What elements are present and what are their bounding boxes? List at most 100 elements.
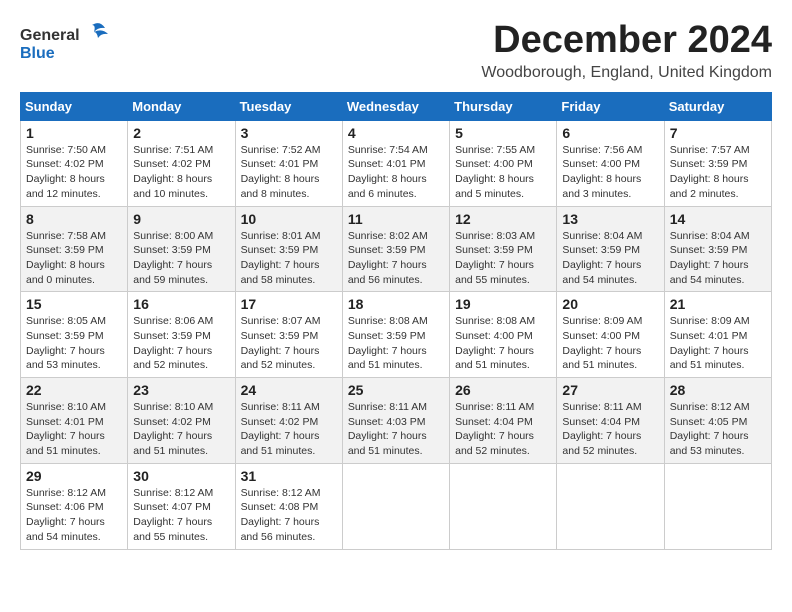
- day-cell: 30 Sunrise: 8:12 AMSunset: 4:07 PMDayligh…: [128, 463, 235, 549]
- calendar-table: SundayMondayTuesdayWednesdayThursdayFrid…: [20, 92, 772, 550]
- day-number: 8: [26, 211, 122, 227]
- day-info: Sunrise: 7:55 AMSunset: 4:00 PMDaylight:…: [455, 143, 551, 202]
- header-monday: Monday: [128, 92, 235, 120]
- day-info: Sunrise: 8:06 AMSunset: 3:59 PMDaylight:…: [133, 314, 229, 373]
- day-cell: 26 Sunrise: 8:11 AMSunset: 4:04 PMDayligh…: [450, 378, 557, 464]
- day-number: 19: [455, 296, 551, 312]
- day-cell: 25 Sunrise: 8:11 AMSunset: 4:03 PMDayligh…: [342, 378, 449, 464]
- day-info: Sunrise: 7:58 AMSunset: 3:59 PMDaylight:…: [26, 229, 122, 288]
- day-info: Sunrise: 8:12 AMSunset: 4:07 PMDaylight:…: [133, 486, 229, 545]
- day-cell: 4Sunrise: 7:54 AMSunset: 4:01 PMDaylight…: [342, 120, 449, 206]
- day-cell: 16 Sunrise: 8:06 AMSunset: 3:59 PMDayligh…: [128, 292, 235, 378]
- day-cell: [342, 463, 449, 549]
- day-number: 11: [348, 211, 444, 227]
- day-info: Sunrise: 8:12 AMSunset: 4:08 PMDaylight:…: [241, 486, 337, 545]
- day-cell: 3 Sunrise: 7:52 AMSunset: 4:01 PMDaylight…: [235, 120, 342, 206]
- day-number: 13: [562, 211, 658, 227]
- page-header: General Blue December 2024 Woodborough, …: [20, 20, 772, 82]
- day-info: Sunrise: 8:11 AMSunset: 4:04 PMDaylight:…: [455, 400, 551, 459]
- day-cell: [664, 463, 771, 549]
- header-friday: Friday: [557, 92, 664, 120]
- day-info: Sunrise: 8:08 AMSunset: 3:59 PMDaylight:…: [348, 314, 444, 373]
- day-number: 5: [455, 125, 551, 141]
- day-cell: 1Sunrise: 7:50 AMSunset: 4:02 PMDaylight…: [21, 120, 128, 206]
- day-info: Sunrise: 8:12 AMSunset: 4:06 PMDaylight:…: [26, 486, 122, 545]
- day-cell: 21Sunrise: 8:09 AMSunset: 4:01 PMDayligh…: [664, 292, 771, 378]
- day-cell: 7 Sunrise: 7:57 AMSunset: 3:59 PMDaylight…: [664, 120, 771, 206]
- day-cell: 28Sunrise: 8:12 AMSunset: 4:05 PMDayligh…: [664, 378, 771, 464]
- day-number: 26: [455, 382, 551, 398]
- day-info: Sunrise: 8:01 AMSunset: 3:59 PMDaylight:…: [241, 229, 337, 288]
- day-cell: 14 Sunrise: 8:04 AMSunset: 3:59 PMDayligh…: [664, 206, 771, 292]
- day-info: Sunrise: 8:11 AMSunset: 4:04 PMDaylight:…: [562, 400, 658, 459]
- day-info: Sunrise: 8:04 AMSunset: 3:59 PMDaylight:…: [562, 229, 658, 288]
- day-cell: 8 Sunrise: 7:58 AMSunset: 3:59 PMDaylight…: [21, 206, 128, 292]
- location: Woodborough, England, United Kingdom: [481, 64, 772, 82]
- day-info: Sunrise: 8:09 AMSunset: 4:01 PMDaylight:…: [670, 314, 766, 373]
- day-number: 3: [241, 125, 337, 141]
- day-cell: [557, 463, 664, 549]
- day-cell: 17 Sunrise: 8:07 AMSunset: 3:59 PMDayligh…: [235, 292, 342, 378]
- day-info: Sunrise: 8:07 AMSunset: 3:59 PMDaylight:…: [241, 314, 337, 373]
- day-number: 14: [670, 211, 766, 227]
- day-number: 29: [26, 468, 122, 484]
- month-title: December 2024: [481, 20, 772, 62]
- logo: General Blue: [20, 20, 110, 65]
- day-cell: 12 Sunrise: 8:03 AMSunset: 3:59 PMDayligh…: [450, 206, 557, 292]
- day-info: Sunrise: 7:54 AMSunset: 4:01 PMDaylight:…: [348, 143, 444, 202]
- day-number: 9: [133, 211, 229, 227]
- day-number: 15: [26, 296, 122, 312]
- day-info: Sunrise: 8:11 AMSunset: 4:03 PMDaylight:…: [348, 400, 444, 459]
- day-info: Sunrise: 7:52 AMSunset: 4:01 PMDaylight:…: [241, 143, 337, 202]
- title-block: December 2024 Woodborough, England, Unit…: [481, 20, 772, 82]
- week-row-1: 1Sunrise: 7:50 AMSunset: 4:02 PMDaylight…: [21, 120, 772, 206]
- header-thursday: Thursday: [450, 92, 557, 120]
- day-number: 25: [348, 382, 444, 398]
- day-number: 16: [133, 296, 229, 312]
- day-number: 10: [241, 211, 337, 227]
- day-cell: 27 Sunrise: 8:11 AMSunset: 4:04 PMDayligh…: [557, 378, 664, 464]
- svg-text:General: General: [20, 27, 80, 44]
- day-cell: 23 Sunrise: 8:10 AMSunset: 4:02 PMDayligh…: [128, 378, 235, 464]
- day-number: 22: [26, 382, 122, 398]
- header-row: SundayMondayTuesdayWednesdayThursdayFrid…: [21, 92, 772, 120]
- day-info: Sunrise: 8:03 AMSunset: 3:59 PMDaylight:…: [455, 229, 551, 288]
- day-info: Sunrise: 7:57 AMSunset: 3:59 PMDaylight:…: [670, 143, 766, 202]
- day-number: 27: [562, 382, 658, 398]
- day-number: 28: [670, 382, 766, 398]
- day-number: 24: [241, 382, 337, 398]
- day-info: Sunrise: 7:50 AMSunset: 4:02 PMDaylight:…: [26, 143, 122, 202]
- day-cell: 29 Sunrise: 8:12 AMSunset: 4:06 PMDayligh…: [21, 463, 128, 549]
- day-number: 31: [241, 468, 337, 484]
- day-cell: 5 Sunrise: 7:55 AMSunset: 4:00 PMDaylight…: [450, 120, 557, 206]
- day-cell: 24 Sunrise: 8:11 AMSunset: 4:02 PMDayligh…: [235, 378, 342, 464]
- day-cell: 18Sunrise: 8:08 AMSunset: 3:59 PMDayligh…: [342, 292, 449, 378]
- day-cell: 10 Sunrise: 8:01 AMSunset: 3:59 PMDayligh…: [235, 206, 342, 292]
- day-cell: 11Sunrise: 8:02 AMSunset: 3:59 PMDayligh…: [342, 206, 449, 292]
- day-cell: 22 Sunrise: 8:10 AMSunset: 4:01 PMDayligh…: [21, 378, 128, 464]
- day-info: Sunrise: 7:56 AMSunset: 4:00 PMDaylight:…: [562, 143, 658, 202]
- day-info: Sunrise: 8:00 AMSunset: 3:59 PMDaylight:…: [133, 229, 229, 288]
- day-number: 23: [133, 382, 229, 398]
- day-info: Sunrise: 8:10 AMSunset: 4:02 PMDaylight:…: [133, 400, 229, 459]
- day-cell: [450, 463, 557, 549]
- day-number: 30: [133, 468, 229, 484]
- header-saturday: Saturday: [664, 92, 771, 120]
- day-info: Sunrise: 8:04 AMSunset: 3:59 PMDaylight:…: [670, 229, 766, 288]
- day-cell: 9 Sunrise: 8:00 AMSunset: 3:59 PMDaylight…: [128, 206, 235, 292]
- day-number: 6: [562, 125, 658, 141]
- svg-text:Blue: Blue: [20, 45, 55, 62]
- day-info: Sunrise: 8:11 AMSunset: 4:02 PMDaylight:…: [241, 400, 337, 459]
- logo-svg: General Blue: [20, 20, 110, 65]
- day-number: 7: [670, 125, 766, 141]
- day-number: 12: [455, 211, 551, 227]
- day-cell: 15Sunrise: 8:05 AMSunset: 3:59 PMDayligh…: [21, 292, 128, 378]
- day-number: 17: [241, 296, 337, 312]
- day-info: Sunrise: 7:51 AMSunset: 4:02 PMDaylight:…: [133, 143, 229, 202]
- header-wednesday: Wednesday: [342, 92, 449, 120]
- day-info: Sunrise: 8:10 AMSunset: 4:01 PMDaylight:…: [26, 400, 122, 459]
- day-cell: 20Sunrise: 8:09 AMSunset: 4:00 PMDayligh…: [557, 292, 664, 378]
- day-info: Sunrise: 8:08 AMSunset: 4:00 PMDaylight:…: [455, 314, 551, 373]
- week-row-5: 29 Sunrise: 8:12 AMSunset: 4:06 PMDayligh…: [21, 463, 772, 549]
- header-tuesday: Tuesday: [235, 92, 342, 120]
